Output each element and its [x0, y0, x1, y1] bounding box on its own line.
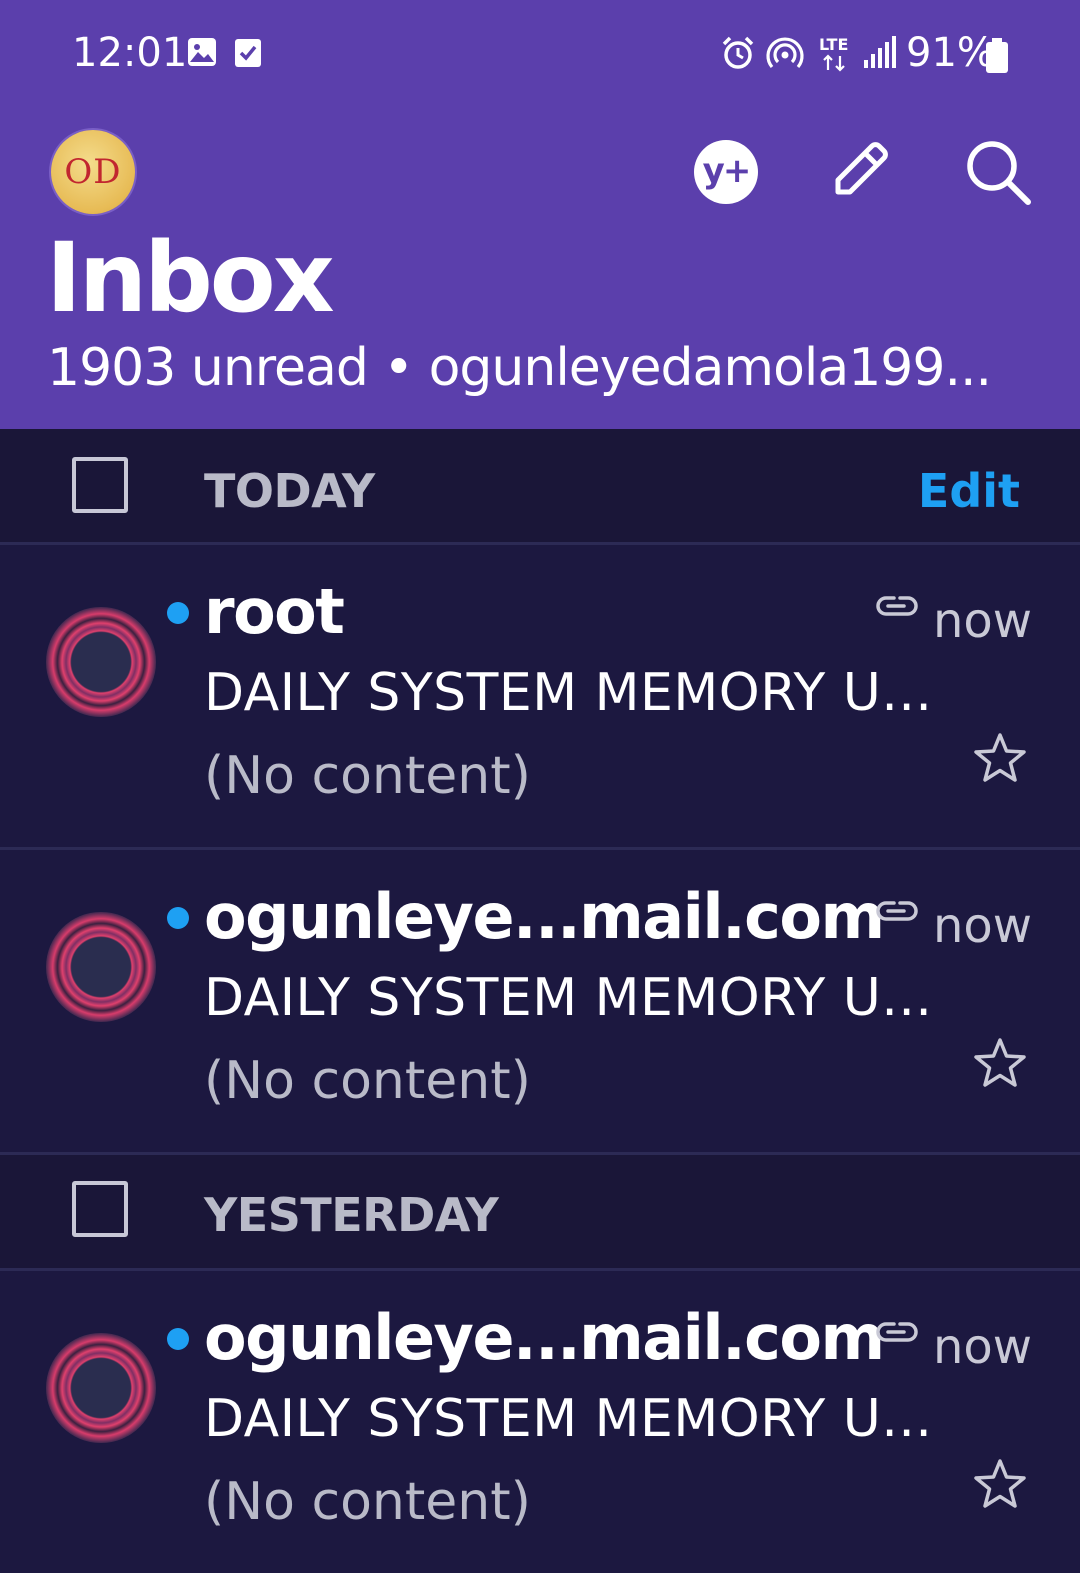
select-all-checkbox-today[interactable] — [72, 457, 128, 513]
unread-indicator — [167, 907, 189, 929]
select-all-checkbox-yesterday[interactable] — [72, 1181, 128, 1237]
email-sender: ogunleye...mail.com — [204, 880, 885, 953]
email-subject: DAILY SYSTEM MEMORY U... — [204, 663, 933, 723]
section-label: TODAY — [204, 464, 375, 518]
unread-indicator — [167, 1328, 189, 1350]
email-subject: DAILY SYSTEM MEMORY U... — [204, 968, 933, 1028]
yahoo-plus-label: y+ — [702, 151, 752, 191]
email-subject: DAILY SYSTEM MEMORY U... — [204, 1389, 933, 1449]
sender-avatar — [46, 607, 156, 717]
yahoo-plus-icon[interactable]: y+ — [694, 140, 758, 204]
status-time: 12:01 — [72, 30, 188, 76]
star-icon[interactable] — [972, 1457, 1028, 1511]
app-header: 12:01 LTE 91% OD y+ Inbox 1903 unread • … — [0, 0, 1080, 429]
lte-icon: LTE — [819, 35, 848, 72]
account-initials: OD — [64, 152, 122, 192]
attachment-icon — [876, 596, 918, 616]
inbox-subtitle: 1903 unread • ogunleyedamola199... — [47, 338, 992, 398]
edit-button[interactable]: Edit — [918, 464, 1020, 518]
attachment-icon — [876, 901, 918, 921]
email-time: now — [933, 898, 1033, 954]
section-header-today: TODAY Edit — [0, 429, 1080, 545]
unread-indicator — [167, 602, 189, 624]
svg-text:LTE: LTE — [819, 35, 848, 54]
battery-icon — [986, 38, 1008, 73]
star-icon[interactable] — [972, 731, 1028, 785]
attachment-icon — [876, 1322, 918, 1342]
search-icon[interactable] — [964, 138, 1034, 208]
email-row[interactable]: ogunleye...mail.com now DAILY SYSTEM MEM… — [0, 850, 1080, 1155]
sender-avatar — [46, 912, 156, 1022]
compose-icon[interactable] — [826, 134, 896, 204]
email-time: now — [933, 1319, 1033, 1375]
email-preview: (No content) — [204, 746, 531, 806]
section-label: YESTERDAY — [204, 1188, 499, 1242]
hotspot-icon — [766, 37, 804, 69]
email-sender: ogunleye...mail.com — [204, 1301, 885, 1374]
email-preview: (No content) — [204, 1051, 531, 1111]
checkbox-notification-icon — [235, 39, 261, 67]
email-row[interactable]: root now DAILY SYSTEM MEMORY U... (No co… — [0, 545, 1080, 850]
star-icon[interactable] — [972, 1036, 1028, 1090]
sender-avatar — [46, 1333, 156, 1443]
status-bar: 12:01 LTE 91% — [0, 0, 1080, 110]
email-sender: root — [204, 575, 345, 648]
image-icon — [188, 38, 216, 66]
email-row[interactable]: ogunleye...mail.com now DAILY SYSTEM MEM… — [0, 1271, 1080, 1573]
alarm-icon — [722, 36, 754, 69]
account-avatar[interactable]: OD — [51, 130, 135, 214]
section-header-yesterday: YESTERDAY — [0, 1155, 1080, 1271]
signal-icon — [864, 36, 896, 68]
battery-percentage: 91% — [906, 30, 995, 76]
page-title: Inbox — [46, 222, 335, 334]
email-time: now — [933, 593, 1033, 649]
email-preview: (No content) — [204, 1472, 531, 1532]
